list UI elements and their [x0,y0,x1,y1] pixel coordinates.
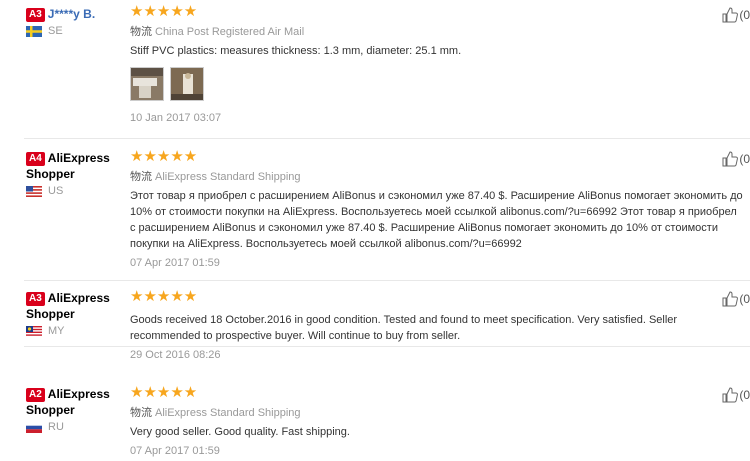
reviewer: A4 AliExpress Shopper [26,150,126,182]
shipping-text: AliExpress Standard Shipping [155,407,301,419]
helpful-count: (0 [739,152,750,166]
star-rating: ★★★★★ [130,384,198,401]
level-badge: A2 [26,388,45,402]
country-code: SE [48,25,63,37]
shipping-method: 物流 AliExpress Standard Shipping [130,170,750,184]
review-date: 29 Oct 2016 08:26 [130,349,221,361]
thumbs-up-icon [722,151,739,167]
flag-ru-icon [26,421,42,433]
reviewer-country: US [26,185,126,197]
review-text: Goods received 18 October.2016 in good c… [130,314,678,342]
reviewer-country: MY [26,325,126,337]
shipping-method: 物流 AliExpress Standard Shipping [130,406,750,420]
star-rating: ★★★★★ [130,3,198,20]
country-code: US [48,185,64,197]
review-text: Very good seller. Good quality. Fast shi… [130,426,350,438]
divider [24,346,750,347]
review-photo-thumbnail[interactable] [130,67,164,101]
divider [24,138,750,139]
star-rating: ★★★★★ [130,148,198,165]
shipping-label: 物流 [130,407,152,419]
helpful-button[interactable]: (0 [721,386,750,404]
level-badge: A4 [26,152,45,166]
review-photo-thumbnail[interactable] [170,67,204,101]
review-photos [130,67,750,101]
review-date: 07 Apr 2017 01:59 [130,257,220,269]
thumbs-up-icon [722,7,739,23]
review-text: Stiff PVC plastics: measures thickness: … [130,45,462,57]
shipping-method: 物流 China Post Registered Air Mail [130,25,750,39]
divider [24,280,750,281]
helpful-button[interactable]: (0 [721,6,750,24]
reviewer-name[interactable]: J****y B. [48,7,95,21]
helpful-count: (0 [739,292,750,306]
flag-us-icon [26,185,42,197]
review-date: 10 Jan 2017 03:07 [130,112,222,124]
flag-se-icon [26,25,42,37]
reviewer: A3 J****y B. [26,6,126,22]
reviewer-country: SE [26,25,126,37]
review-date: 07 Apr 2017 01:59 [130,445,220,457]
reviewer: A2 AliExpress Shopper [26,386,126,418]
country-code: RU [48,421,64,433]
reviewer: A3 AliExpress Shopper [26,290,126,322]
helpful-count: (0 [739,388,750,402]
shipping-text: AliExpress Standard Shipping [155,171,301,183]
star-rating: ★★★★★ [130,288,198,305]
thumbs-up-icon [722,387,739,403]
level-badge: A3 [26,8,45,22]
reviewer-country: RU [26,421,126,433]
shipping-text: China Post Registered Air Mail [155,26,305,38]
shipping-label: 物流 [130,171,152,183]
country-code: MY [48,325,65,337]
flag-my-icon [26,325,42,337]
level-badge: A3 [26,292,45,306]
thumbs-up-icon [722,291,739,307]
helpful-count: (0 [739,8,750,22]
helpful-button[interactable]: (0 [721,150,750,168]
review-text: Этот товар я приобрел с расширением AliB… [130,190,743,250]
helpful-button[interactable]: (0 [721,290,750,308]
shipping-label: 物流 [130,26,152,38]
